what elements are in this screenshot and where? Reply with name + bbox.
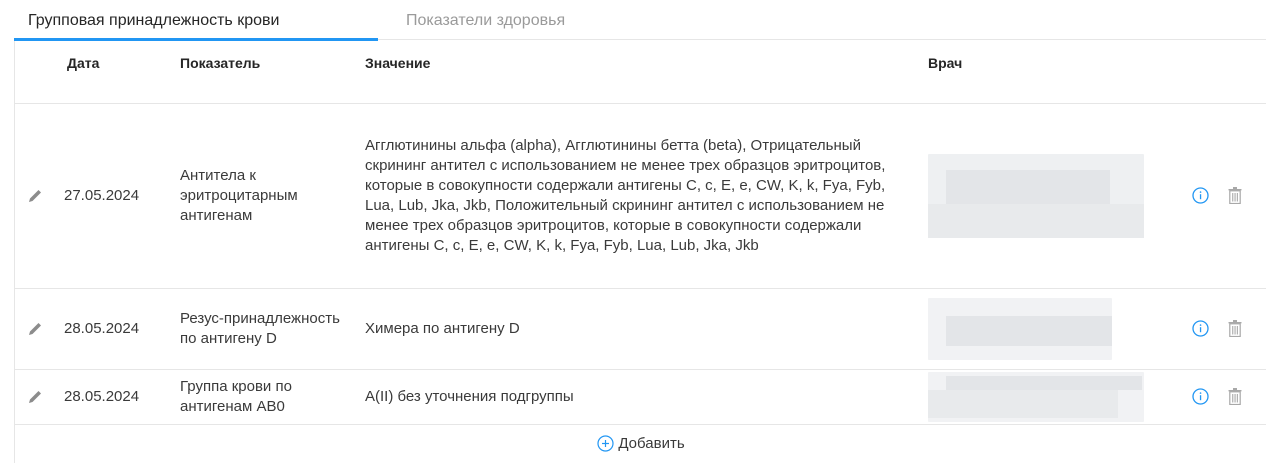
- edit-cell: [15, 103, 62, 289]
- table-row: 28.05.2024 Резус-принадлежность по антиг…: [15, 288, 1266, 370]
- doctor-name-redacted: [928, 371, 1144, 422]
- doctor-cell: [928, 288, 1178, 370]
- pencil-icon[interactable]: [27, 389, 43, 405]
- trash-icon[interactable]: [1228, 388, 1242, 405]
- date-cell: 28.05.2024: [62, 288, 180, 370]
- value-cell: Агглютинины альфа (alpha), Агглютинины б…: [365, 103, 928, 289]
- doctor-name-redacted: [928, 297, 1112, 360]
- table-header-row: Дата Показатель Значение Врач: [15, 41, 1266, 104]
- indicator-cell: Антитела к эритроцитарным антигенам: [180, 103, 365, 289]
- delete-cell: [1228, 288, 1266, 370]
- plus-circle-icon: [597, 435, 614, 452]
- info-icon[interactable]: [1192, 388, 1209, 405]
- indicator-cell: Резус-принадлежность по антигену D: [180, 288, 365, 370]
- blood-group-table: Дата Показатель Значение Врач 27.05.2024…: [15, 41, 1266, 425]
- doctor-cell: [928, 369, 1178, 425]
- value-cell: А(II) без уточнения подгруппы: [365, 369, 928, 425]
- header-date: Дата: [62, 41, 180, 104]
- header-value: Значение: [365, 41, 928, 104]
- delete-cell: [1228, 369, 1266, 425]
- header-indicator: Показатель: [180, 41, 365, 104]
- header-delete: [1228, 41, 1266, 104]
- info-icon[interactable]: [1192, 320, 1209, 337]
- table-row: 28.05.2024 Группа крови по антигенам АВ0…: [15, 369, 1266, 425]
- tab-blood-group[interactable]: Групповая принадлежность крови: [28, 11, 279, 31]
- value-cell: Химера по антигену D: [365, 288, 928, 370]
- doctor-name-redacted: [928, 153, 1144, 238]
- trash-icon[interactable]: [1228, 187, 1242, 204]
- tab-bar: Групповая принадлежность крови Показател…: [14, 0, 1266, 41]
- date-cell: 28.05.2024: [62, 369, 180, 425]
- date-cell: 27.05.2024: [62, 103, 180, 289]
- pencil-icon[interactable]: [27, 321, 43, 337]
- blood-group-panel: Дата Показатель Значение Врач 27.05.2024…: [14, 41, 1266, 463]
- add-row: Добавить: [15, 423, 1266, 463]
- indicator-cell: Группа крови по антигенам АВ0: [180, 369, 365, 425]
- delete-cell: [1228, 103, 1266, 289]
- doctor-cell: [928, 103, 1178, 289]
- add-button[interactable]: Добавить: [597, 435, 685, 452]
- pencil-icon[interactable]: [27, 188, 43, 204]
- header-info: [1178, 41, 1228, 104]
- table-row: 27.05.2024 Антитела к эритроцитарным ант…: [15, 103, 1266, 289]
- header-edit: [15, 41, 62, 104]
- info-cell: [1178, 103, 1228, 289]
- info-icon[interactable]: [1192, 187, 1209, 204]
- header-doctor: Врач: [928, 41, 1178, 104]
- add-button-label: Добавить: [618, 435, 685, 452]
- info-cell: [1178, 288, 1228, 370]
- edit-cell: [15, 288, 62, 370]
- trash-icon[interactable]: [1228, 320, 1242, 337]
- tab-health-indicators[interactable]: Показатели здоровья: [406, 11, 565, 31]
- edit-cell: [15, 369, 62, 425]
- info-cell: [1178, 369, 1228, 425]
